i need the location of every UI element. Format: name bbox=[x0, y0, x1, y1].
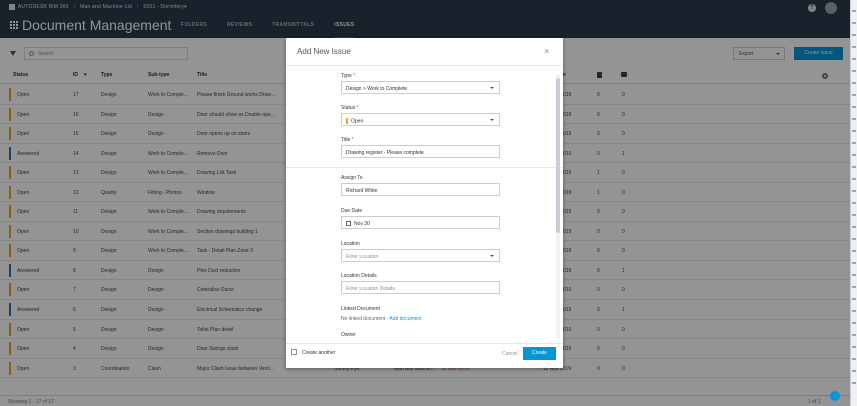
status-label: Status * bbox=[341, 105, 359, 111]
create-another-label[interactable]: Create another bbox=[302, 350, 335, 356]
cancel-button[interactable]: Cancel bbox=[502, 351, 518, 357]
create-button[interactable]: Create bbox=[523, 347, 556, 360]
due-date-input[interactable]: Nov 30 bbox=[341, 216, 500, 229]
chevron-down-icon bbox=[490, 119, 494, 121]
location-select[interactable]: Enter Location bbox=[341, 249, 500, 262]
chat-bubble-icon[interactable] bbox=[830, 391, 840, 401]
linked-doc-text: No linked document - Add document bbox=[341, 316, 422, 322]
title-label: Title * bbox=[341, 137, 354, 143]
status-select[interactable]: Open bbox=[341, 113, 500, 126]
linked-doc-label: Linked Document bbox=[341, 306, 380, 312]
location-details-input[interactable]: Enter Location Details bbox=[341, 281, 500, 294]
assign-label: Assign To bbox=[341, 175, 363, 181]
dialog-body: Type * Design > Work to Complete Status … bbox=[286, 66, 563, 342]
create-another-checkbox[interactable] bbox=[291, 349, 297, 355]
owner-label: Owner bbox=[341, 332, 356, 338]
type-label: Type * bbox=[341, 73, 356, 79]
location-details-label: Location Details bbox=[341, 273, 377, 279]
title-input[interactable]: Drawing register - Please complete bbox=[341, 145, 500, 158]
chevron-down-icon bbox=[490, 255, 494, 257]
dialog-scroll-thumb[interactable] bbox=[556, 78, 560, 233]
right-edge-panel bbox=[850, 0, 857, 406]
assign-select[interactable]: Richard White bbox=[341, 183, 500, 196]
dialog-title: Add New Issue bbox=[297, 47, 351, 56]
location-label: Location bbox=[341, 241, 360, 247]
close-icon[interactable]: × bbox=[544, 46, 549, 56]
chevron-down-icon bbox=[490, 87, 494, 89]
status-open-icon bbox=[346, 118, 348, 124]
add-issue-dialog: Add New Issue × Type * Design > Work to … bbox=[286, 38, 563, 368]
due-date-label: Due Date bbox=[341, 208, 363, 214]
add-document-link[interactable]: Add document bbox=[389, 316, 421, 322]
calendar-icon bbox=[346, 221, 351, 227]
type-select[interactable]: Design > Work to Complete bbox=[341, 81, 500, 94]
